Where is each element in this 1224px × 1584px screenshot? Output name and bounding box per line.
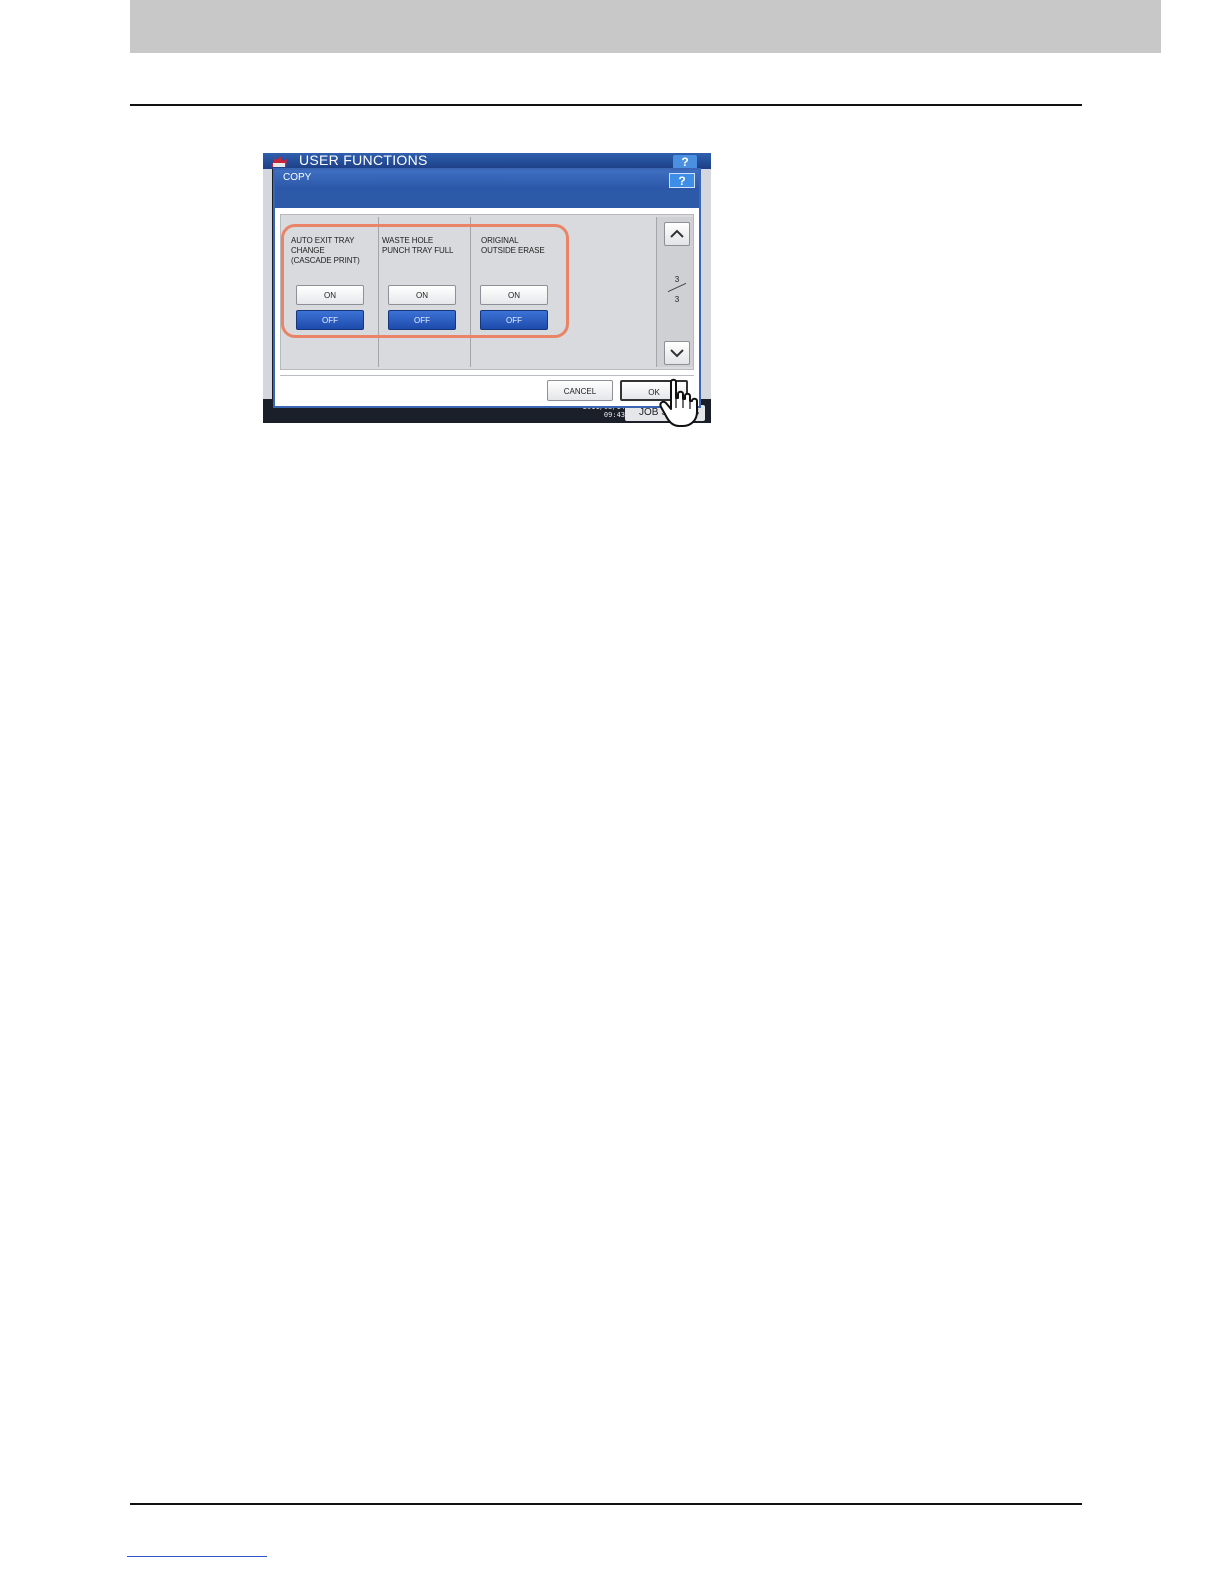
dialog-subheader-bar bbox=[275, 190, 699, 208]
hand-pointer-icon bbox=[659, 378, 698, 427]
options-highlight-outline bbox=[281, 224, 569, 338]
page-header-band bbox=[130, 0, 1161, 53]
dialog-help-button[interactable]: ? bbox=[669, 173, 695, 188]
scroll-up-button[interactable] bbox=[664, 222, 690, 246]
scroll-down-button[interactable] bbox=[664, 341, 690, 365]
background-title: USER FUNCTIONS bbox=[299, 153, 428, 168]
page-total: 3 bbox=[674, 295, 680, 304]
background-left-strip bbox=[263, 169, 272, 399]
cancel-button[interactable]: CANCEL bbox=[547, 380, 613, 401]
chevron-down-icon bbox=[670, 349, 684, 358]
page-scroll-panel: 3 3 bbox=[656, 217, 693, 367]
time-text: 09:43 bbox=[581, 411, 625, 419]
copy-dialog: COPY ? AUTO EXIT TRAY CHANGE (CASCADE PR… bbox=[273, 168, 701, 408]
top-rule bbox=[130, 104, 1082, 106]
user-functions-logo-icon bbox=[271, 156, 287, 167]
chevron-up-icon bbox=[670, 229, 684, 238]
bottom-rule bbox=[130, 1503, 1082, 1505]
dialog-title: COPY bbox=[283, 172, 312, 183]
time-value: 09:43 bbox=[603, 411, 625, 419]
options-panel: AUTO EXIT TRAY CHANGE (CASCADE PRINT) ON… bbox=[280, 214, 694, 370]
footer-link-underline[interactable] bbox=[127, 1556, 267, 1557]
page-slash bbox=[667, 282, 687, 293]
dialog-footer-divider bbox=[280, 375, 694, 376]
background-help-button[interactable]: ? bbox=[673, 155, 697, 169]
dialog-title-bar bbox=[275, 170, 699, 190]
background-right-strip bbox=[700, 169, 711, 399]
